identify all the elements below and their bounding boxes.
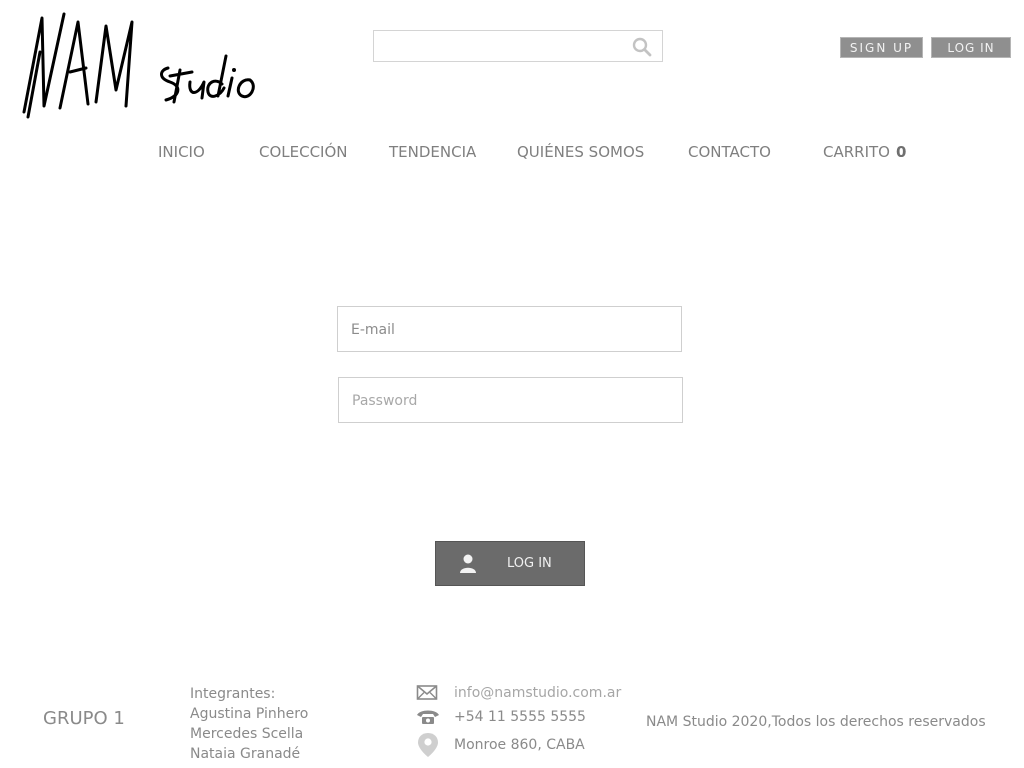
page: SIGN UP LOG IN INICIO COLECCIÓN TENDENCI… <box>0 0 1024 768</box>
nav-item-inicio[interactable]: INICIO <box>158 143 205 161</box>
footer-group-name: GRUPO 1 <box>43 708 125 729</box>
footer-members: Integrantes: Agustina Pinhero Mercedes S… <box>190 684 308 764</box>
main-nav: INICIO COLECCIÓN TENDENCIA QUIÉNES SOMOS… <box>0 143 1024 167</box>
password-field-wrapper <box>338 377 683 424</box>
nav-item-coleccion[interactable]: COLECCIÓN <box>259 143 348 161</box>
phone-icon <box>417 710 439 724</box>
footer-email-row: info@namstudio.com.ar <box>416 684 621 702</box>
sign-up-button[interactable]: SIGN UP <box>840 37 923 58</box>
nav-item-tendencia[interactable]: TENDENCIA <box>389 143 476 161</box>
members-title: Integrantes: <box>190 686 276 702</box>
footer-copyright: NAM Studio 2020,Todos los derechos reser… <box>646 714 986 730</box>
email-field[interactable] <box>349 307 673 353</box>
footer-address: Monroe 860, CABA <box>454 737 585 753</box>
footer-email-link[interactable]: info@namstudio.com.ar <box>454 685 621 701</box>
nav-item-contacto[interactable]: CONTACTO <box>688 143 771 161</box>
user-icon <box>460 554 476 573</box>
password-field[interactable] <box>350 378 674 424</box>
footer-phone-row: +54 11 5555 5555 <box>416 708 586 726</box>
member-name: Agustina Pinhero <box>190 706 309 722</box>
search-box[interactable] <box>373 30 663 63</box>
member-name: Nataia Granadé <box>190 746 301 762</box>
cart-count-badge: 0 <box>895 143 907 161</box>
nav-item-carrito[interactable]: CARRITO 0 <box>823 143 906 161</box>
nav-item-carrito-label: CARRITO <box>823 143 890 161</box>
header-login-button[interactable]: LOG IN <box>931 37 1011 58</box>
footer-phone: +54 11 5555 5555 <box>454 709 586 725</box>
login-submit-button[interactable]: LOG IN <box>435 541 585 586</box>
email-field-wrapper <box>337 306 682 353</box>
member-name: Mercedes Scella <box>190 726 304 742</box>
logo-graphic <box>22 12 255 119</box>
nav-item-quienes-somos[interactable]: QUIÉNES SOMOS <box>517 143 644 161</box>
nam-studio-logo[interactable] <box>20 12 270 122</box>
search-icon[interactable] <box>632 37 652 57</box>
envelope-icon <box>416 685 438 700</box>
login-submit-label: LOG IN <box>507 556 552 571</box>
location-pin-icon <box>418 733 438 757</box>
footer-address-row: Monroe 860, CABA <box>416 732 585 758</box>
search-input[interactable] <box>382 31 626 63</box>
